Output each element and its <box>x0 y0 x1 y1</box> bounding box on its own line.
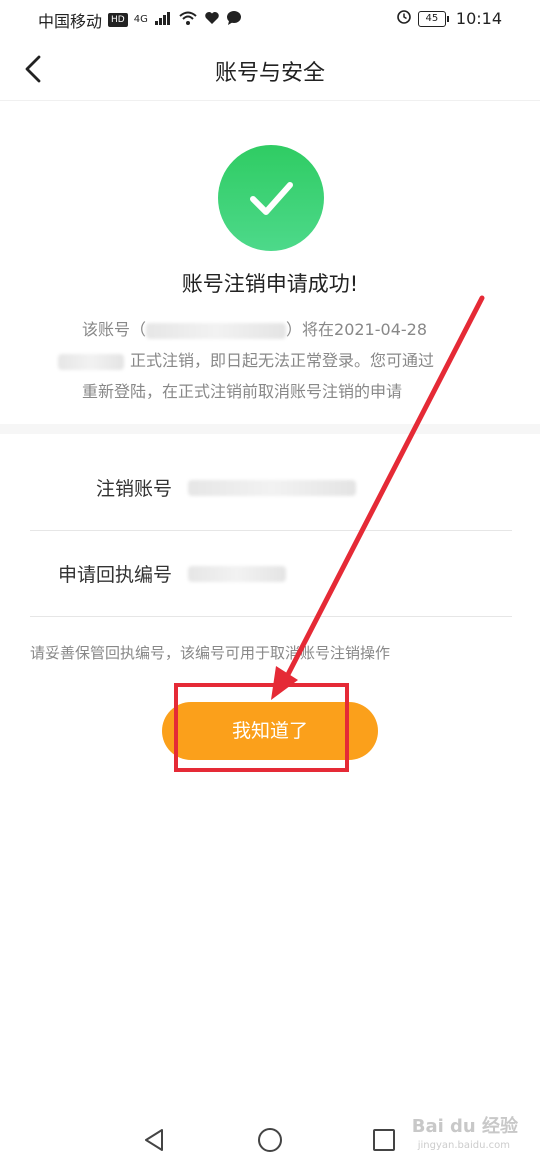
desc-line-1: 该账号（ ）将在2021-04-28 <box>82 320 428 339</box>
account-row: 注销账号 <box>30 444 512 531</box>
clock: 10:14 <box>455 9 502 28</box>
watermark-url: jingyan.baidu.com <box>417 1140 510 1151</box>
desc-line-2: 正式注销，即日起无法正常登录。您可通过 <box>58 345 488 376</box>
blurred-account <box>146 322 287 339</box>
alarm-icon <box>396 8 412 29</box>
status-right: 45 10:14 <box>396 8 502 29</box>
nav-home-icon[interactable] <box>256 1126 284 1154</box>
carrier-label: 中国移动 <box>38 12 103 31</box>
success-title: 账号注销申请成功! <box>181 272 359 296</box>
tip-text: 请妥善保管回执编号，该编号可用于取消账号注销操作 <box>30 644 391 662</box>
success-icon <box>218 145 324 251</box>
account-label: 注销账号 <box>95 478 172 500</box>
annotation-highlight-box <box>174 683 349 772</box>
blurred-receipt-value <box>188 566 286 582</box>
chat-icon <box>226 10 242 31</box>
battery-icon: 45 <box>417 10 449 27</box>
success-description: 该账号（ ）将在2021-04-28 正式注销，即日起无法正常登录。您可通过 重新… <box>58 314 488 407</box>
nav-recents-icon[interactable] <box>370 1126 398 1154</box>
receipt-row: 申请回执编号 <box>30 530 512 617</box>
signal-icon <box>154 10 172 31</box>
watermark-logo: Bai du 经验 <box>411 1116 518 1137</box>
receipt-label: 申请回执编号 <box>57 564 172 586</box>
blurred-time <box>58 353 124 370</box>
network-label: 4G <box>133 14 148 25</box>
nav-back-icon[interactable] <box>140 1126 168 1154</box>
nav-bar: 账号与安全 <box>0 38 540 101</box>
blurred-account-value <box>188 480 356 496</box>
wifi-icon <box>178 10 198 31</box>
hd-badge: HD <box>108 13 128 27</box>
heart-icon <box>204 11 220 30</box>
status-bar: 中国移动 HD 4G 45 10:14 <box>0 0 540 38</box>
checkmark-icon <box>250 182 293 215</box>
section-divider <box>0 424 540 434</box>
page-title: 账号与安全 <box>214 61 325 86</box>
status-left: 中国移动 HD 4G <box>38 8 242 32</box>
desc-line-3: 重新登陆，在正式注销前取消账号注销的申请 <box>82 382 403 401</box>
